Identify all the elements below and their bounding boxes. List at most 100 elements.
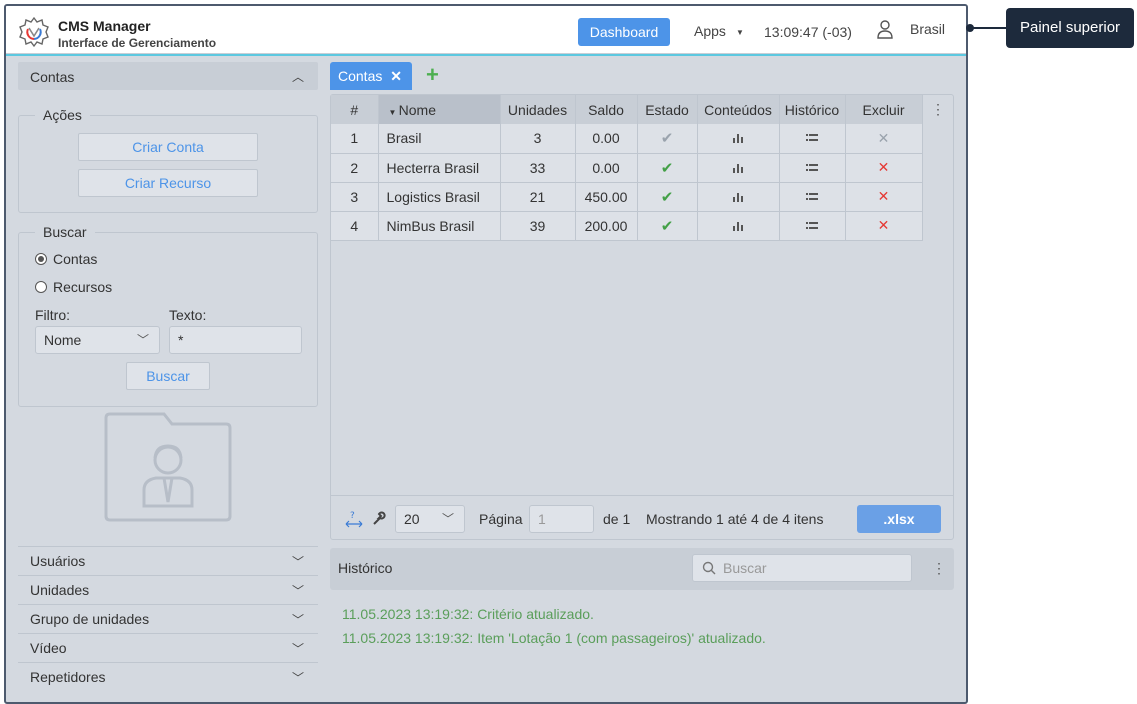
text-label: Texto: xyxy=(169,307,207,323)
row-delete[interactable]: ✕ xyxy=(845,124,923,154)
row-contents[interactable] xyxy=(697,182,780,212)
row-units: 3 xyxy=(500,124,576,154)
delete-icon[interactable]: ✕ xyxy=(878,130,890,146)
row-units: 21 xyxy=(500,182,576,212)
add-tab-icon[interactable]: + xyxy=(426,62,439,88)
list-icon[interactable] xyxy=(806,192,818,202)
table-row[interactable]: 3 Logistics Brasil 21 450.00 ✔ ✕ xyxy=(331,182,923,212)
showing-items: Mostrando 1 até 4 de 4 itens xyxy=(646,511,824,527)
bar-chart-icon[interactable] xyxy=(732,163,744,173)
row-balance: 0.00 xyxy=(575,153,638,183)
delete-icon[interactable]: ✕ xyxy=(878,159,890,175)
list-icon[interactable] xyxy=(806,221,818,231)
row-delete[interactable]: ✕ xyxy=(845,182,923,212)
column-header-number[interactable]: # xyxy=(331,95,379,124)
sidebar-section-accounts[interactable]: Contas ︿ xyxy=(18,62,318,90)
row-contents[interactable] xyxy=(697,211,780,241)
radio-accounts[interactable]: Contas xyxy=(35,251,97,267)
close-icon[interactable]: ✕ xyxy=(390,62,402,90)
column-header-history[interactable]: Histórico xyxy=(779,95,846,124)
help-resize-icon[interactable]: ? xyxy=(345,510,363,528)
row-name[interactable]: Brasil xyxy=(378,124,501,154)
wrench-icon[interactable] xyxy=(371,510,387,526)
page-size-select[interactable]: 20 ﹀ xyxy=(395,505,465,533)
export-xlsx-button[interactable]: .xlsx xyxy=(857,505,941,533)
page-input[interactable]: 1 xyxy=(529,505,594,533)
table-row[interactable]: 2 Hecterra Brasil 33 0.00 ✔ ✕ xyxy=(331,153,923,183)
row-name[interactable]: Hecterra Brasil xyxy=(378,153,501,183)
sidebar-section-users[interactable]: Usuários ﹀ xyxy=(18,546,318,575)
user-name[interactable]: Brasil xyxy=(910,21,945,37)
tab-accounts[interactable]: Contas ✕ xyxy=(330,62,412,90)
column-header-units[interactable]: Unidades xyxy=(500,95,576,124)
sidebar-section-unit-groups[interactable]: Grupo de unidades ﹀ xyxy=(18,604,318,633)
radio-resources[interactable]: Recursos xyxy=(35,279,112,295)
tab-accounts-label: Contas xyxy=(338,68,383,84)
account-folder-icon xyxy=(104,412,232,522)
row-name[interactable]: Logistics Brasil xyxy=(378,182,501,212)
radio-selected-icon[interactable] xyxy=(35,253,47,265)
row-number: 2 xyxy=(331,153,379,183)
row-history[interactable] xyxy=(779,153,846,183)
chevron-down-icon[interactable]: ▼ xyxy=(736,28,744,37)
row-history[interactable] xyxy=(779,182,846,212)
history-menu-icon[interactable]: ⋮ xyxy=(930,560,948,578)
column-header-balance[interactable]: Saldo xyxy=(575,95,638,124)
row-contents[interactable] xyxy=(697,153,780,183)
list-icon[interactable] xyxy=(806,163,818,173)
row-name[interactable]: NimBus Brasil xyxy=(378,211,501,241)
sidebar-section-video[interactable]: Vídeo ﹀ xyxy=(18,633,318,662)
column-header-contents[interactable]: Conteúdos xyxy=(697,95,780,124)
delete-icon[interactable]: ✕ xyxy=(878,188,890,204)
top-panel: CMS Manager Interface de Gerenciamento D… xyxy=(6,6,966,54)
row-contents[interactable] xyxy=(697,124,780,154)
callout-label: Painel superior xyxy=(1006,8,1134,48)
delete-icon[interactable]: ✕ xyxy=(878,217,890,233)
bar-chart-icon[interactable] xyxy=(732,221,744,231)
list-icon[interactable] xyxy=(806,133,818,143)
chevron-down-icon[interactable]: ﹀ xyxy=(292,640,304,657)
text-input[interactable]: * xyxy=(169,326,302,354)
apps-menu[interactable]: Apps xyxy=(694,23,726,39)
bar-chart-icon[interactable] xyxy=(732,133,744,144)
radio-resources-label: Recursos xyxy=(53,279,113,295)
history-search-placeholder: Buscar xyxy=(723,560,767,576)
search-group: Buscar Contas Recursos Filtro: Texto: No… xyxy=(18,224,318,407)
sidebar-section-label: Usuários xyxy=(30,553,86,569)
check-icon: ✔ xyxy=(660,217,674,235)
row-delete[interactable]: ✕ xyxy=(845,211,923,241)
row-delete[interactable]: ✕ xyxy=(845,153,923,183)
user-icon[interactable] xyxy=(876,19,894,39)
row-history[interactable] xyxy=(779,211,846,241)
chevron-up-icon[interactable]: ︿ xyxy=(292,68,304,85)
column-header-name[interactable]: ▼ Nome xyxy=(378,95,501,124)
history-search-input[interactable]: Buscar xyxy=(692,554,912,582)
bar-chart-icon[interactable] xyxy=(732,192,744,202)
create-account-button[interactable]: Criar Conta xyxy=(78,133,258,161)
sidebar-section-title: Contas xyxy=(30,69,75,85)
column-header-delete[interactable]: Excluir xyxy=(845,95,923,124)
cms-window: CMS Manager Interface de Gerenciamento D… xyxy=(4,4,968,704)
radio-unselected-icon[interactable] xyxy=(35,281,47,293)
svg-text:?: ? xyxy=(350,511,355,521)
table-menu-icon[interactable]: ⋮ xyxy=(929,101,947,119)
chevron-down-icon[interactable]: ﹀ xyxy=(292,553,304,570)
column-header-state[interactable]: Estado xyxy=(637,95,698,124)
chevron-down-icon[interactable]: ﹀ xyxy=(292,669,304,686)
search-button[interactable]: Buscar xyxy=(126,362,210,390)
table-row[interactable]: 1 Brasil 3 0.00 ✔ ✕ xyxy=(331,124,923,154)
row-state: ✔ xyxy=(637,124,698,154)
table-row[interactable]: 4 NimBus Brasil 39 200.00 ✔ ✕ xyxy=(331,211,923,241)
chevron-down-icon[interactable]: ﹀ xyxy=(292,582,304,599)
check-icon: ✔ xyxy=(660,188,674,206)
create-resource-button[interactable]: Criar Recurso xyxy=(78,169,258,197)
row-units: 39 xyxy=(500,211,576,241)
chevron-down-icon[interactable]: ﹀ xyxy=(292,611,304,628)
sidebar-section-repeaters[interactable]: Repetidores ﹀ xyxy=(18,662,318,691)
dashboard-button[interactable]: Dashboard xyxy=(578,18,670,46)
row-balance: 450.00 xyxy=(575,182,638,212)
row-history[interactable] xyxy=(779,124,846,154)
filter-select[interactable]: Nome ﹀ xyxy=(35,326,160,354)
sidebar-section-units[interactable]: Unidades ﹀ xyxy=(18,575,318,604)
radio-accounts-label: Contas xyxy=(53,251,98,267)
